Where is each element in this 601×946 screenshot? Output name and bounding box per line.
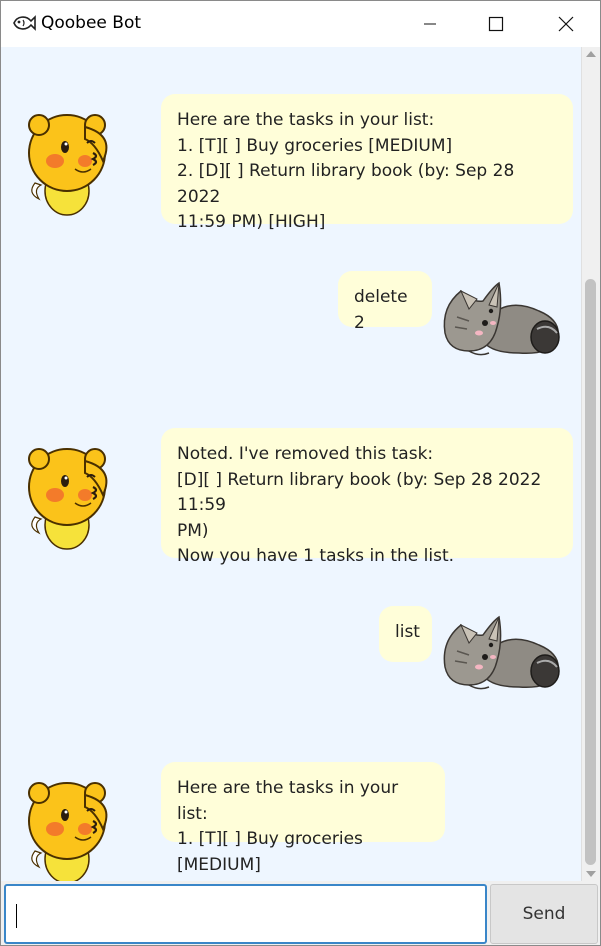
input-row: Send <box>1 881 600 945</box>
bot-message-bubble: Here are the tasks in your list: 1. [T][… <box>161 762 445 875</box>
bot-message-bubble: Noted. I've removed this task: [D][ ] Re… <box>161 428 573 566</box>
scroll-down-arrow-icon[interactable] <box>586 871 596 877</box>
scrollbar-thumb[interactable] <box>585 279 596 865</box>
chat-area[interactable]: Here are the tasks in your list: 1. [T][… <box>1 47 581 881</box>
cat-avatar-icon <box>443 281 560 356</box>
minimize-icon <box>424 23 436 25</box>
close-button[interactable] <box>531 1 601 47</box>
window-title: Qoobee Bot <box>41 13 142 33</box>
cat-avatar-icon <box>443 615 560 690</box>
bot-message-bubble: Here are the tasks in your list: 1. [T][… <box>161 94 573 232</box>
message-input[interactable] <box>4 884 487 944</box>
qoobee-avatar-icon <box>28 448 108 550</box>
user-message-bubble: list <box>379 606 432 662</box>
fish-icon <box>13 15 36 31</box>
title-bar[interactable]: Qoobee Bot <box>1 1 600 47</box>
scroll-up-arrow-icon[interactable] <box>586 51 596 57</box>
vertical-scrollbar[interactable] <box>581 47 600 881</box>
app-window: Qoobee Bot Here are the tasks in your li… <box>0 0 601 946</box>
close-icon <box>558 16 574 32</box>
send-button[interactable]: Send <box>490 884 598 944</box>
qoobee-avatar-icon <box>28 114 108 216</box>
qoobee-avatar-icon <box>28 782 108 881</box>
minimize-button[interactable] <box>395 1 465 47</box>
text-caret <box>16 904 17 928</box>
maximize-icon <box>488 16 504 32</box>
user-message-bubble: delete 2 <box>338 271 432 333</box>
maximize-button[interactable] <box>461 1 531 47</box>
